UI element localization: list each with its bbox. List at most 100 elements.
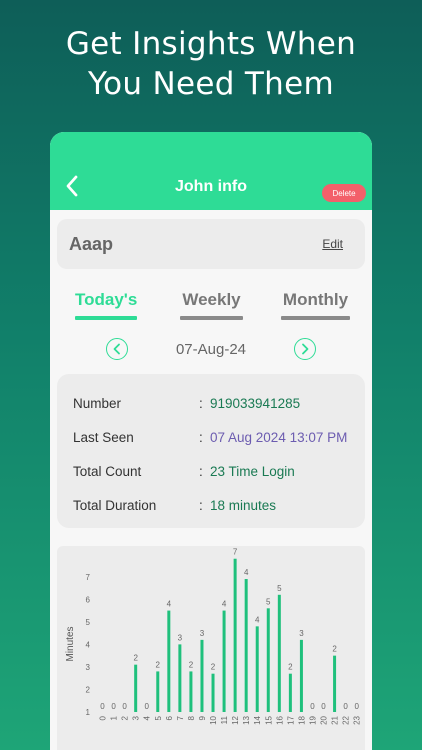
chart-bar [333,655,337,712]
contact-name: Aaap [69,234,114,254]
data-label: 2 [189,660,194,669]
info-label: Total Count [73,464,142,479]
data-label: 2 [211,663,216,672]
info-label: Total Duration [73,498,157,513]
info-colon: : [199,464,203,479]
x-tick-label: 14 [253,715,262,724]
period-tabs: Today's Weekly Monthly [50,288,372,322]
x-tick-label: 3 [132,715,141,720]
tab-weekly-underline [180,316,243,320]
data-label: 0 [310,702,315,711]
chart-bar [233,558,237,712]
tab-weekly[interactable]: Weekly [180,288,243,322]
tab-monthly-underline [281,316,350,320]
x-tick-label: 19 [308,715,317,724]
tab-monthly-label: Monthly [282,290,349,309]
data-label: 7 [233,548,238,557]
chart-bar [134,664,138,712]
data-label: 2 [133,654,138,663]
edit-link[interactable]: Edit [322,237,343,251]
tab-monthly[interactable]: Monthly [281,288,350,322]
x-tick-label: 18 [297,715,306,724]
chart-bar [277,594,281,712]
x-tick-label: 17 [286,715,295,724]
date-navigator: 07-Aug-24 [50,338,372,362]
usage-chart-card: Minutes 1 2 3 4 5 6 7 0 0 0 1 0 2 2 3 0 4 2 5 4 6 3 7 2 8 3 9 2 10 4 1… [57,546,365,750]
x-tick-label: 8 [187,715,196,720]
app-bar: John info Delete [50,132,372,210]
data-label: 4 [167,600,172,609]
info-row-total-count: Total Count : 23 Time Login [73,464,355,484]
x-tick-label: 13 [242,715,251,724]
y-tick-label: 5 [86,618,91,627]
info-card: Number : 919033941285 Last Seen : 07 Aug… [57,374,365,528]
x-tick-label: 0 [99,715,108,720]
content-area: Aaap Edit Today's Weekly Monthly 07-Aug-… [50,210,372,750]
delete-button[interactable]: Delete [322,184,366,202]
data-label: 5 [266,597,271,606]
chart-bar [266,608,270,712]
data-label: 5 [277,584,282,593]
chart-bar [244,579,248,712]
info-value: 919033941285 [210,396,301,411]
tab-todays[interactable]: Today's [75,288,137,322]
chart-bar [211,673,215,712]
next-date-button[interactable] [294,338,316,360]
info-value: 18 minutes [210,498,277,513]
phone-screen: John info Delete Aaap Edit Today's Weekl… [50,132,372,750]
y-tick-label: 3 [86,663,91,672]
chart-bar [156,671,160,712]
data-label: 2 [156,660,161,669]
x-tick-label: 4 [143,715,152,720]
x-tick-label: 5 [154,715,163,720]
data-label: 2 [332,645,337,654]
x-tick-label: 21 [331,715,340,724]
data-label: 0 [343,702,348,711]
data-label: 3 [178,633,183,642]
y-axis-label: Minutes [65,626,76,661]
data-label: 3 [299,629,304,638]
chart-bar [189,671,193,712]
chart-bar [200,639,204,712]
x-tick-label: 15 [264,715,273,724]
headline-line-1: Get Insights When [65,26,357,62]
x-tick-label: 2 [121,715,130,720]
tab-todays-label: Today's [75,290,138,309]
current-date: 07-Aug-24 [175,341,247,358]
x-tick-label: 7 [176,715,185,720]
info-value: 23 Time Login [210,464,295,479]
info-value: 07 Aug 2024 13:07 PM [210,430,348,445]
x-tick-label: 6 [165,715,174,720]
y-tick-label: 6 [86,595,91,604]
x-tick-label: 23 [353,715,362,724]
chart-bar [222,610,226,712]
info-label: Last Seen [73,430,134,445]
x-tick-label: 20 [320,715,329,724]
data-label: 0 [321,702,326,711]
info-row-number: Number : 919033941285 [73,396,355,416]
chart-bar [255,626,259,712]
data-label: 4 [222,600,227,609]
x-tick-label: 22 [342,715,351,724]
tab-weekly-label: Weekly [182,290,241,309]
tab-todays-underline [75,316,137,320]
name-card: Aaap Edit [57,219,365,269]
data-label: 2 [288,663,293,672]
data-label: 0 [100,702,105,711]
x-tick-label: 1 [110,715,119,720]
chevron-right-circle-icon [302,343,309,355]
chart-bar [288,673,292,712]
data-label: 0 [144,702,149,711]
data-label: 4 [255,615,260,624]
headline-line-2: You Need Them [88,66,334,102]
x-tick-label: 11 [220,715,229,724]
info-row-total-duration: Total Duration : 18 minutes [73,498,355,518]
data-label: 0 [122,702,127,711]
info-colon: : [199,396,203,411]
y-tick-label: 2 [86,685,91,694]
info-colon: : [199,430,203,445]
data-label: 4 [244,568,249,577]
x-tick-label: 12 [231,715,240,724]
data-label: 3 [200,629,205,638]
headline: Get Insights When You Need Them [0,24,422,104]
